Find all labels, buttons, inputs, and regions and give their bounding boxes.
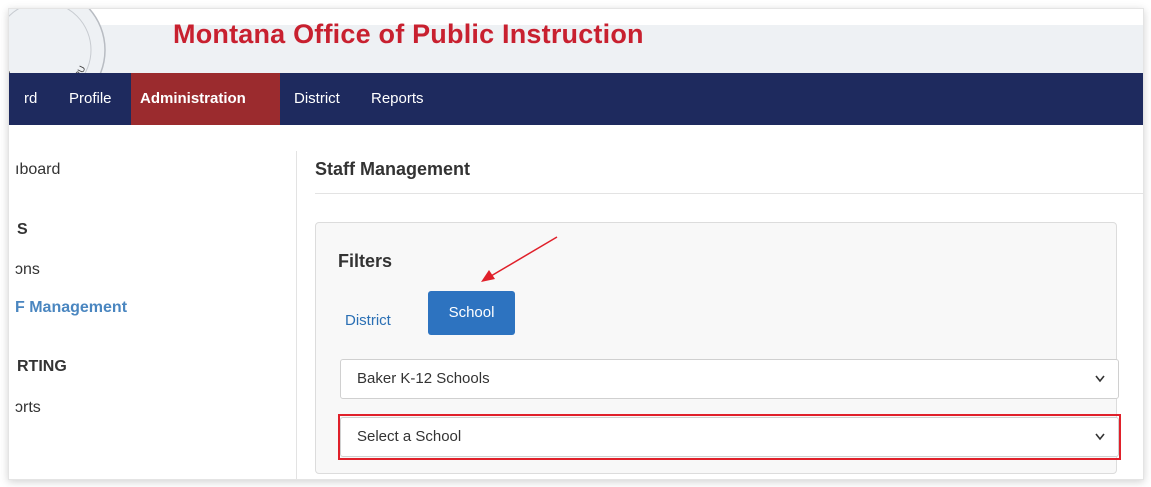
sidebar-item-applications[interactable]: ɔns — [15, 261, 40, 279]
nav-administration[interactable]: Administration — [131, 73, 280, 125]
district-select[interactable]: Baker K-12 Schools — [340, 359, 1119, 399]
district-select-value: Baker K-12 Schools — [357, 370, 490, 387]
nav-dashboard[interactable]: rd — [15, 73, 46, 125]
school-select[interactable]: Select a School — [340, 417, 1119, 457]
sidebar-section-heading: S — [17, 221, 28, 238]
filters-title: Filters — [338, 251, 393, 271]
school-select-value: Select a School — [357, 428, 462, 445]
filters-card: Filters District School Baker K-12 Schoo… — [315, 222, 1121, 474]
sidebar-item-dashboard[interactable]: ıboard — [15, 161, 60, 179]
site-title: Montana Office of Public Instruction — [173, 19, 644, 49]
app-window: ICE OF PUBLIC INSTRU Montana Office of P… — [8, 8, 1144, 480]
chevron-down-icon — [1095, 375, 1105, 383]
district-toggle-button[interactable]: District — [345, 312, 391, 329]
main-navbar: rd Profile Administration District Repor… — [9, 73, 1143, 125]
chevron-down-icon — [1095, 433, 1105, 441]
sidebar-divider — [296, 151, 297, 479]
nav-profile[interactable]: Profile — [60, 73, 121, 125]
sidebar-section-heading-reporting: RTING — [17, 358, 67, 375]
title-divider — [315, 193, 1143, 194]
sidebar-item-reports[interactable]: ɔrts — [15, 399, 41, 417]
sidebar-item-staff-management[interactable]: F Management — [15, 299, 127, 317]
page-title: Staff Management — [315, 159, 471, 179]
school-toggle-button[interactable]: School — [428, 291, 515, 335]
nav-reports[interactable]: Reports — [362, 73, 433, 125]
nav-district[interactable]: District — [285, 73, 349, 125]
